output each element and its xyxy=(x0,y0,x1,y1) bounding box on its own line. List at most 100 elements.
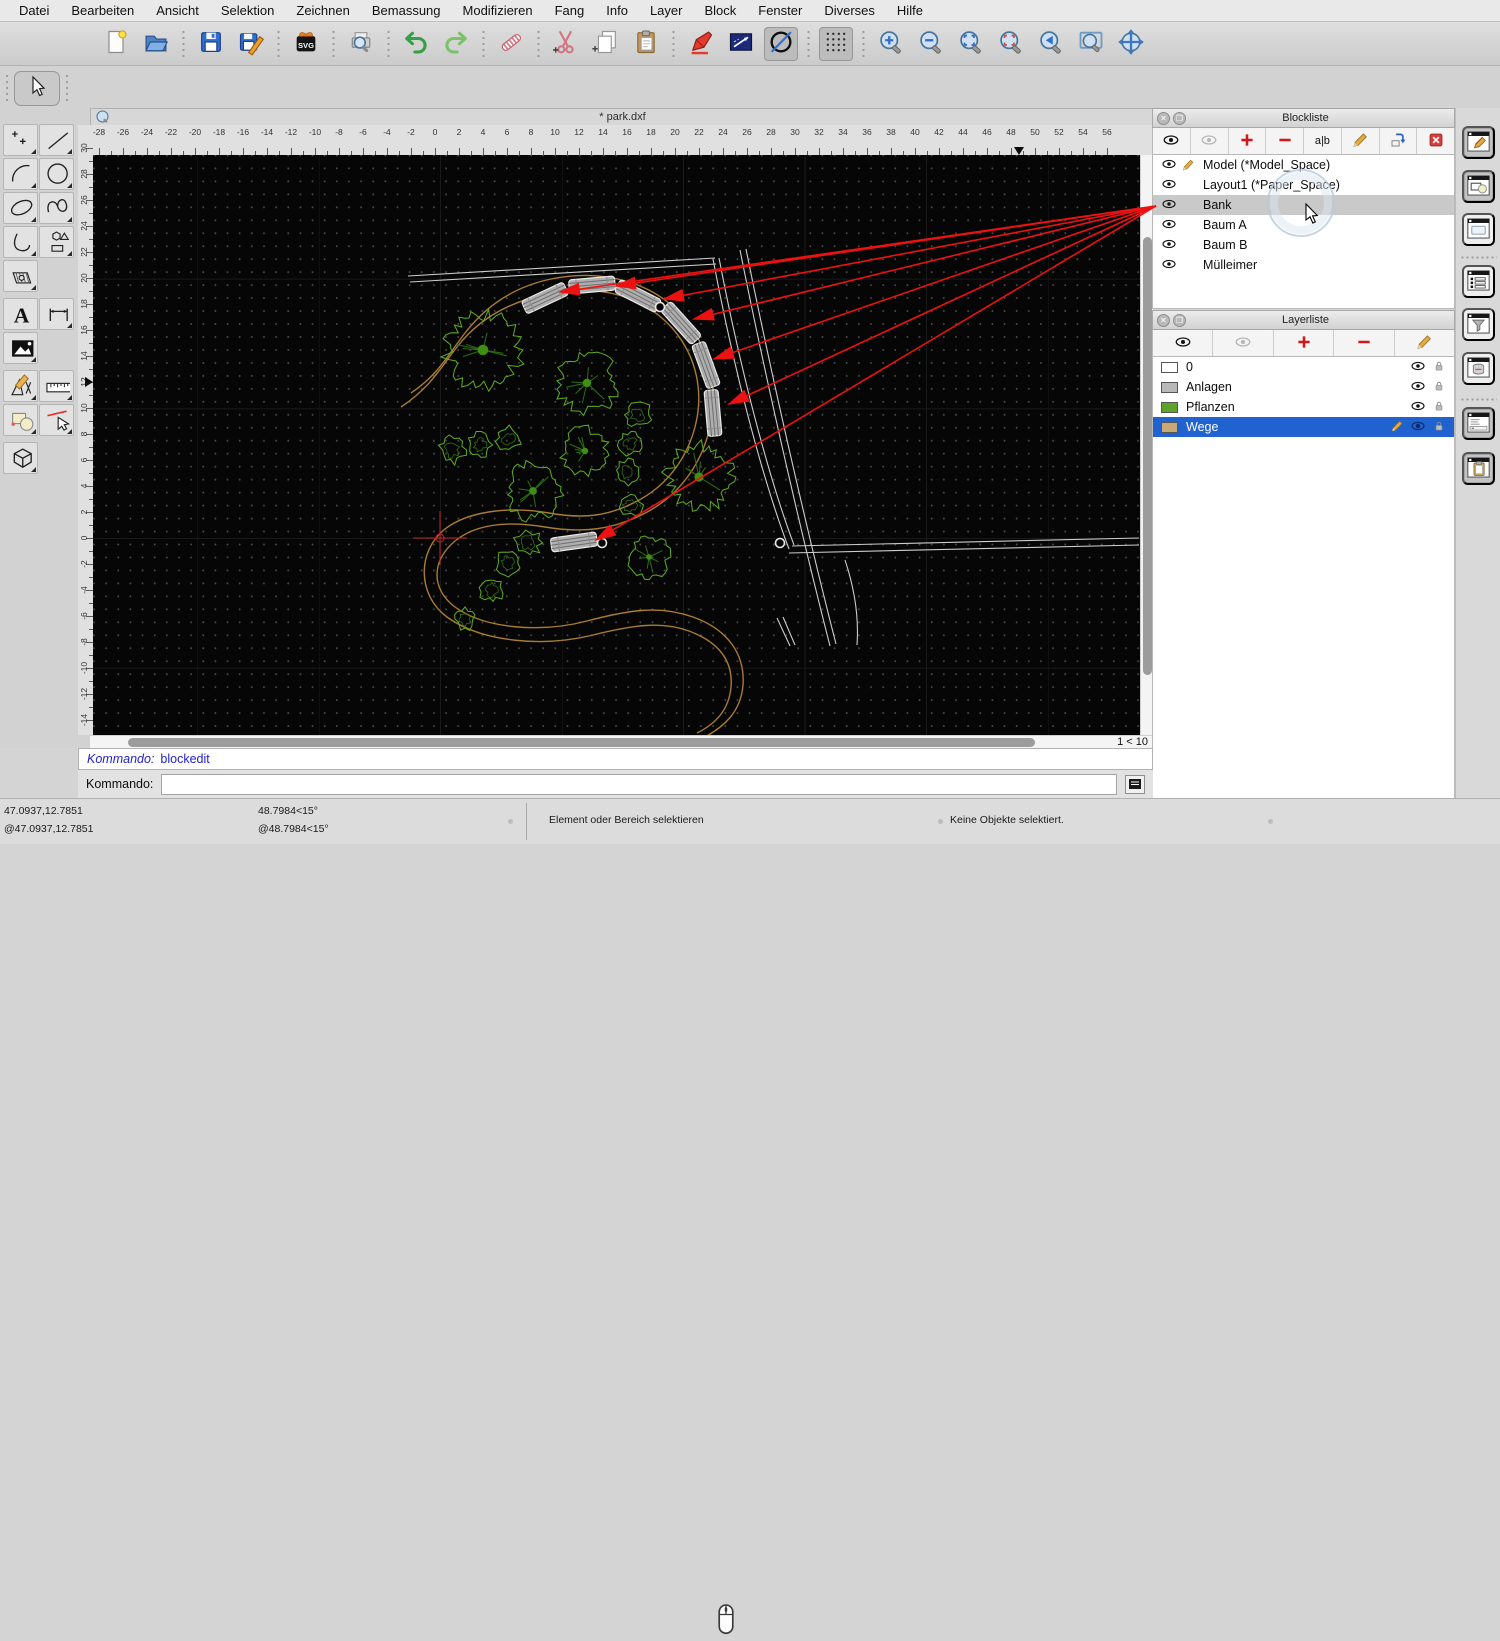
blocklist-insert-button[interactable] xyxy=(1380,128,1418,154)
line-pattern-button[interactable] xyxy=(724,27,758,61)
block-item-layout1-paper-space-[interactable]: Layout1 (*Paper_Space) xyxy=(1153,175,1454,195)
eye-icon[interactable] xyxy=(1410,398,1426,417)
block-item-m-lleimer[interactable]: Mülleimer xyxy=(1153,255,1454,275)
command-input[interactable] xyxy=(161,774,1117,795)
menu-item-bearbeiten[interactable]: Bearbeiten xyxy=(60,3,145,18)
layer-row-anlagen[interactable]: Anlagen xyxy=(1153,377,1454,397)
save-button[interactable] xyxy=(194,27,228,61)
block-item-baum-a[interactable]: Baum A xyxy=(1153,215,1454,235)
zoom-out-button[interactable] xyxy=(914,27,948,61)
eye-icon[interactable] xyxy=(1410,418,1426,437)
menu-item-datei[interactable]: Datei xyxy=(8,3,60,18)
eye-icon[interactable] xyxy=(1410,358,1426,377)
block-item-model-model-space-[interactable]: Model (*Model_Space) xyxy=(1153,155,1454,175)
eye-icon[interactable] xyxy=(1161,236,1177,255)
tool-points-button[interactable] xyxy=(3,124,38,156)
eraser-button[interactable] xyxy=(494,27,528,61)
tool-spline-button[interactable] xyxy=(39,192,74,224)
redo-button[interactable] xyxy=(439,27,473,61)
blocklist-eye-button[interactable] xyxy=(1153,128,1191,154)
save-as-button[interactable] xyxy=(234,27,268,61)
menu-item-fenster[interactable]: Fenster xyxy=(747,3,813,18)
tool-line-button[interactable] xyxy=(39,124,74,156)
blocklist-minus-button[interactable] xyxy=(1266,128,1304,154)
grid-toggle-button[interactable] xyxy=(819,27,853,61)
menu-item-bemassung[interactable]: Bemassung xyxy=(361,3,452,18)
tool-modify-button[interactable] xyxy=(39,404,74,436)
close-icon[interactable]: ✕ xyxy=(1157,314,1170,327)
blocklist-rename-button[interactable]: a|b xyxy=(1304,128,1342,154)
layerlist-minus-button[interactable] xyxy=(1334,330,1394,356)
blocklist-plus-button[interactable] xyxy=(1229,128,1267,154)
layerlist-pencil-button[interactable] xyxy=(1395,330,1454,356)
tool-measure-button[interactable] xyxy=(39,370,74,402)
undo-button[interactable] xyxy=(399,27,433,61)
layerlist-eye-off-button[interactable] xyxy=(1213,330,1273,356)
block-item-baum-b[interactable]: Baum B xyxy=(1153,235,1454,255)
tool-ellipse-button[interactable] xyxy=(3,192,38,224)
layer-row-pflanzen[interactable]: Pflanzen xyxy=(1153,397,1454,417)
block-list-titlebar[interactable]: ✕ ❐ Blockliste xyxy=(1152,108,1455,128)
vertical-scrollbar-thumb[interactable] xyxy=(1143,237,1152,675)
menu-item-hilfe[interactable]: Hilfe xyxy=(886,3,934,18)
blocklist-pencil-button[interactable] xyxy=(1342,128,1380,154)
clipboard-window-toggle-button[interactable] xyxy=(1462,452,1495,485)
float-icon[interactable]: ❐ xyxy=(1173,314,1186,327)
float-icon[interactable]: ❐ xyxy=(1173,112,1186,125)
copy-button[interactable] xyxy=(589,27,623,61)
property-editor-toggle-button[interactable] xyxy=(1462,126,1495,159)
menu-item-fang[interactable]: Fang xyxy=(544,3,596,18)
zoom-auto-button[interactable] xyxy=(954,27,988,61)
layerlist-eye-button[interactable] xyxy=(1153,330,1213,356)
filter-window-toggle-button[interactable] xyxy=(1462,308,1495,341)
lock-icon[interactable] xyxy=(1432,379,1446,396)
tool-blocks-button[interactable] xyxy=(3,404,38,436)
eye-icon[interactable] xyxy=(1161,176,1177,195)
lock-icon[interactable] xyxy=(1432,359,1446,376)
paste-button[interactable] xyxy=(629,27,663,61)
menu-item-diverses[interactable]: Diverses xyxy=(813,3,886,18)
menu-item-info[interactable]: Info xyxy=(595,3,639,18)
lock-icon[interactable] xyxy=(1432,419,1446,436)
layer-list-titlebar[interactable]: ✕ ❐ Layerliste xyxy=(1152,310,1455,330)
print-preview-button[interactable] xyxy=(344,27,378,61)
menu-item-block[interactable]: Block xyxy=(693,3,747,18)
eye-icon[interactable] xyxy=(1161,216,1177,235)
zoom-window-button[interactable] xyxy=(1074,27,1108,61)
pen-button[interactable] xyxy=(684,27,718,61)
lock-icon[interactable] xyxy=(1432,399,1446,416)
cut-button[interactable] xyxy=(549,27,583,61)
zoom-selection-button[interactable] xyxy=(994,27,1028,61)
close-icon[interactable]: ✕ xyxy=(1157,112,1170,125)
tool-dimension-button[interactable] xyxy=(39,298,74,330)
layer-row-0[interactable]: 0 xyxy=(1153,357,1454,377)
zoom-previous-button[interactable] xyxy=(1034,27,1068,61)
tool-image-button[interactable] xyxy=(3,332,38,364)
zoom-in-button[interactable] xyxy=(874,27,908,61)
menu-item-ansicht[interactable]: Ansicht xyxy=(145,3,210,18)
menu-item-layer[interactable]: Layer xyxy=(639,3,694,18)
eye-icon[interactable] xyxy=(1161,156,1177,175)
tool-hatch-button[interactable] xyxy=(3,260,38,292)
horizontal-scrollbar[interactable] xyxy=(90,735,1100,748)
block-item-bank[interactable]: Bank xyxy=(1153,195,1454,215)
selection-tool-button[interactable] xyxy=(14,71,60,106)
new-file-button[interactable] xyxy=(99,27,133,61)
horizontal-scrollbar-thumb[interactable] xyxy=(128,738,1035,747)
svg-export-button[interactable]: SVG xyxy=(289,27,323,61)
blank-window-toggle-button[interactable] xyxy=(1462,213,1495,246)
blocklist-eye-off-button[interactable] xyxy=(1191,128,1229,154)
name-window-toggle-button[interactable] xyxy=(1462,352,1495,385)
command-window-toggle-button[interactable] xyxy=(1462,407,1495,440)
tool-shapes-button[interactable] xyxy=(39,226,74,258)
layer-row-wege[interactable]: Wege xyxy=(1153,417,1454,437)
tool-draw-tools-button[interactable] xyxy=(3,370,38,402)
eye-icon[interactable] xyxy=(1161,196,1177,215)
drawing-canvas[interactable] xyxy=(93,155,1140,735)
circle-slash-button[interactable] xyxy=(764,27,798,61)
zoom-pan-button[interactable] xyxy=(1114,27,1148,61)
tool-circle-button[interactable] xyxy=(39,158,74,190)
tool-solid-button[interactable] xyxy=(3,442,38,474)
menu-item-modifizieren[interactable]: Modifizieren xyxy=(452,3,544,18)
tool-text-button[interactable]: A xyxy=(3,298,38,330)
